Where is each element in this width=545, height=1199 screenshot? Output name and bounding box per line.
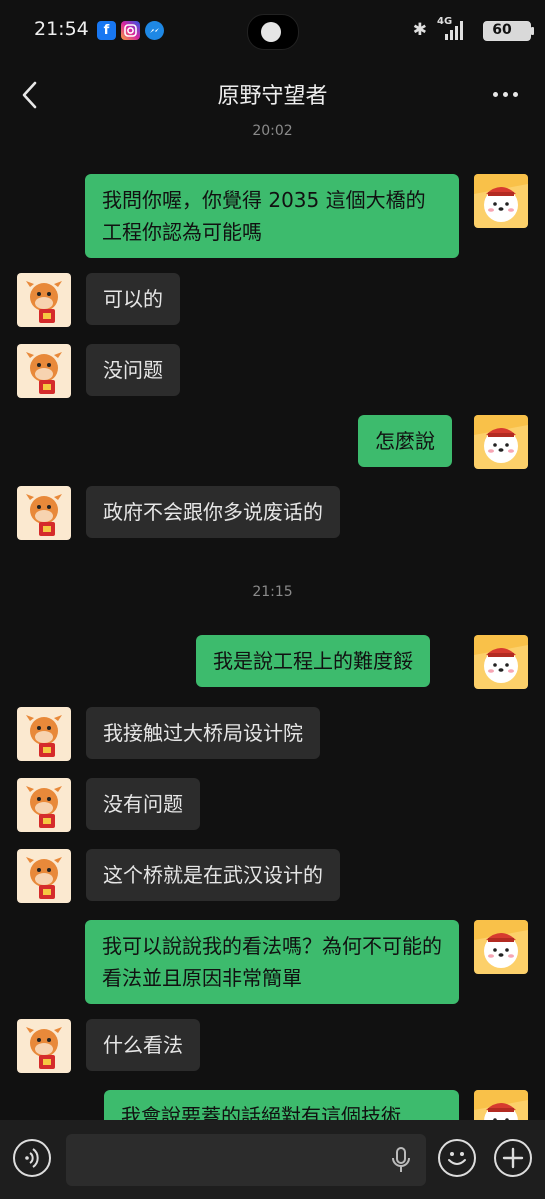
status-bar: 21:54 f ✱ 4G 60 bbox=[0, 0, 545, 60]
camera-cutout bbox=[247, 14, 299, 50]
timestamp: 21:15 bbox=[252, 584, 293, 600]
more-actions-button[interactable] bbox=[494, 1139, 532, 1177]
message-bubble-incoming[interactable]: 政府不会跟你多说废话的 bbox=[86, 486, 340, 538]
cow-mascot-icon bbox=[17, 778, 71, 832]
smiley-icon bbox=[448, 1152, 466, 1165]
cow-mascot-icon bbox=[17, 486, 71, 540]
my-avatar[interactable] bbox=[474, 415, 528, 469]
message-bubble-incoming[interactable]: 没问题 bbox=[86, 344, 180, 396]
signal-icon: 4G bbox=[437, 16, 467, 42]
voice-icon bbox=[25, 1148, 39, 1168]
my-avatar[interactable] bbox=[474, 174, 528, 228]
facebook-icon: f bbox=[97, 21, 116, 40]
more-dots-icon bbox=[493, 92, 498, 97]
bluetooth-icon: ✱ bbox=[412, 20, 427, 40]
message-bubble-outgoing[interactable]: 我是說工程上的難度餒 bbox=[196, 635, 430, 687]
my-avatar[interactable] bbox=[474, 920, 528, 974]
dog-mascot-icon bbox=[474, 635, 528, 689]
message-bubble-incoming[interactable]: 这个桥就是在武汉设计的 bbox=[86, 849, 340, 901]
message-bubble-incoming[interactable]: 什么看法 bbox=[86, 1019, 200, 1071]
message-bubble-outgoing[interactable]: 怎麼說 bbox=[358, 415, 452, 467]
voice-input-button[interactable] bbox=[13, 1139, 51, 1177]
cow-mascot-icon bbox=[17, 849, 71, 903]
contact-avatar[interactable] bbox=[17, 707, 71, 761]
more-options-button[interactable] bbox=[491, 82, 521, 106]
message-bubble-outgoing[interactable]: 我問你喔，你覺得 2035 這個大橋的工程你認為可能嗎 bbox=[85, 174, 459, 258]
network-type: 4G bbox=[437, 16, 453, 27]
status-time: 21:54 bbox=[34, 18, 89, 40]
cow-mascot-icon bbox=[17, 707, 71, 761]
contact-avatar[interactable] bbox=[17, 486, 71, 540]
message-bubble-incoming[interactable]: 可以的 bbox=[86, 273, 180, 325]
dog-mascot-icon bbox=[474, 415, 528, 469]
contact-avatar[interactable] bbox=[17, 344, 71, 398]
chat-header: 原野守望者 bbox=[0, 60, 545, 128]
cow-mascot-icon bbox=[17, 344, 71, 398]
message-bubble-incoming[interactable]: 我接触过大桥局设计院 bbox=[86, 707, 320, 759]
emoji-button[interactable] bbox=[438, 1139, 476, 1177]
message-input[interactable] bbox=[66, 1134, 426, 1186]
microphone-icon[interactable] bbox=[390, 1146, 412, 1174]
contact-avatar[interactable] bbox=[17, 849, 71, 903]
contact-avatar[interactable] bbox=[17, 273, 71, 327]
messenger-icon bbox=[145, 21, 164, 40]
my-avatar[interactable] bbox=[474, 635, 528, 689]
contact-avatar[interactable] bbox=[17, 778, 71, 832]
battery-icon: 60 bbox=[483, 21, 537, 41]
cow-mascot-icon bbox=[17, 273, 71, 327]
dog-mascot-icon bbox=[474, 174, 528, 228]
chat-title: 原野守望者 bbox=[217, 84, 328, 109]
message-list[interactable]: 20:02 我問你喔，你覺得 2035 這個大橋的工程你認為可能嗎 可以的 没问… bbox=[0, 120, 545, 1144]
dog-mascot-icon bbox=[474, 920, 528, 974]
cow-mascot-icon bbox=[17, 1019, 71, 1073]
plus-icon bbox=[502, 1147, 524, 1169]
battery-level: 60 bbox=[492, 22, 512, 38]
contact-avatar[interactable] bbox=[17, 1019, 71, 1073]
message-bubble-outgoing[interactable]: 我可以說說我的看法嗎？為何不可能的看法並且原因非常簡單 bbox=[85, 920, 459, 1004]
message-bubble-incoming[interactable]: 没有问题 bbox=[86, 778, 200, 830]
instagram-icon bbox=[121, 21, 140, 40]
input-bar bbox=[0, 1120, 545, 1199]
timestamp: 20:02 bbox=[252, 123, 293, 139]
